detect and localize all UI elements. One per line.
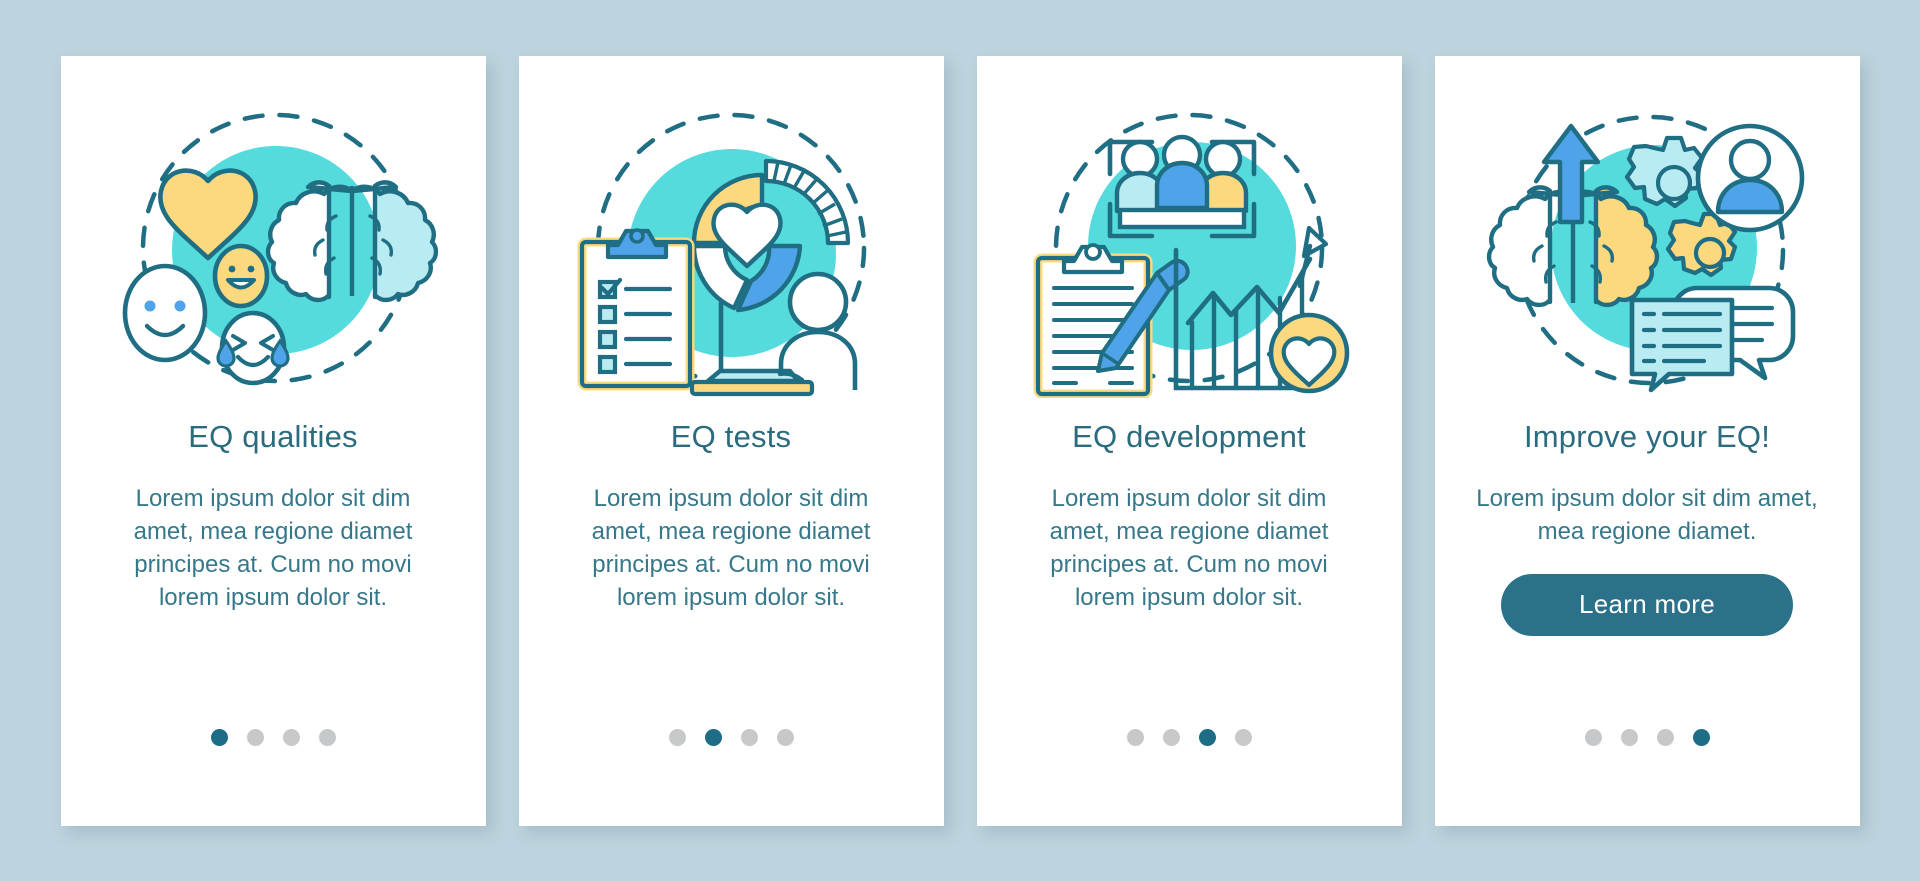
pagination-dot-1[interactable] [668,728,686,746]
learn-more-button[interactable]: Learn more [1501,573,1793,636]
pagination-dot-3[interactable] [1656,728,1674,746]
pagination-dot-4[interactable] [318,728,336,746]
illustration-eq-development [1033,112,1350,398]
speech-bubble-front-icon [1629,297,1735,392]
card-title: EQ qualities [188,418,358,454]
illustration-improve-your-eq [1486,114,1805,392]
onboarding-card-eq-qualities: EQ qualities Lorem ipsum dolor sit dim a… [60,55,486,826]
onboarding-card-eq-tests: EQ tests Lorem ipsum dolor sit dim amet,… [518,55,944,826]
pagination-dot-3[interactable] [740,728,758,746]
laughing-tears-face-icon [216,310,290,385]
card-body-text: Lorem ipsum dolor sit dim amet, mea regi… [591,484,871,611]
pagination-dot-3[interactable] [282,728,300,746]
pagination-dots[interactable] [668,728,794,746]
card-body-text: Lorem ipsum dolor sit dim amet, mea regi… [133,484,413,611]
pagination-dots[interactable] [210,728,336,746]
pagination-dots[interactable] [1126,728,1252,746]
card-body-text: Lorem ipsum dolor sit dim amet, mea regi… [1049,484,1329,611]
clipboard-checklist-icon [577,227,695,390]
pagination-dot-4[interactable] [1234,728,1252,746]
illustration-eq-tests [577,112,867,396]
card-title: Improve your EQ! [1523,418,1771,454]
onboarding-screens-board: EQ qualities Lorem ipsum dolor sit dim a… [0,0,1920,881]
pagination-dot-3[interactable] [1198,728,1216,746]
pagination-dot-2[interactable] [246,728,264,746]
pagination-dot-2[interactable] [1620,728,1638,746]
user-avatar-icon [1695,123,1805,232]
pagination-dot-1[interactable] [1126,728,1144,746]
card-title: EQ tests [670,418,792,454]
pagination-dot-2[interactable] [1162,728,1180,746]
smiley-face-icon [122,263,208,362]
onboarding-card-eq-development: EQ development Lorem ipsum dolor sit dim… [976,55,1402,826]
pagination-dot-2[interactable] [704,728,722,746]
pagination-dot-1[interactable] [1584,728,1602,746]
grinning-face-icon [212,243,270,308]
heart-badge-icon [1268,312,1350,393]
pagination-dot-4[interactable] [776,728,794,746]
pagination-dots[interactable] [1584,728,1710,746]
pagination-dot-1[interactable] [210,728,228,746]
card-body-text: Lorem ipsum dolor sit dim amet, mea regi… [1476,484,1818,545]
team-meeting-icon [1107,134,1257,238]
pagination-dot-4[interactable] [1692,728,1710,746]
onboarding-card-improve-your-eq: Improve your EQ! Lorem ipsum dolor sit d… [1434,55,1860,826]
card-title: EQ development [1072,418,1306,454]
illustration-eq-qualities [122,112,438,385]
